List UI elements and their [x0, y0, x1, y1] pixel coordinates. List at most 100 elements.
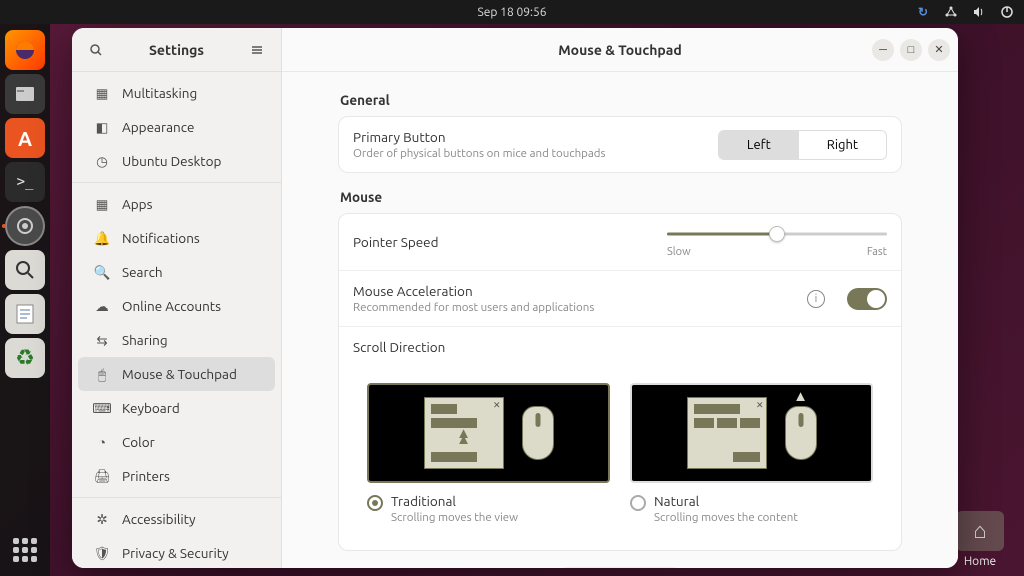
sidebar-menu-button[interactable] [243, 36, 271, 64]
dock-show-apps[interactable] [7, 532, 43, 568]
sidebar-list: ▦Multitasking ◧Appearance ◷Ubuntu Deskto… [72, 72, 281, 568]
sidebar-item-label: Appearance [122, 119, 194, 135]
sidebar-item-search[interactable]: 🔍 Search [78, 255, 275, 289]
page-title: Mouse & Touchpad [558, 42, 682, 58]
main-pane: Mouse & Touchpad ─ □ ✕ General Primary B… [282, 28, 958, 568]
cloud-icon: ☁ [94, 298, 110, 314]
sidebar-search-button[interactable] [82, 36, 110, 64]
dock-settings[interactable] [5, 206, 45, 246]
sidebar-item-apps[interactable]: ▦Apps [78, 187, 275, 221]
sidebar-item-privacy[interactable]: 🛡 Privacy & Security [78, 536, 275, 568]
settings-sidebar: Settings ▦Multitasking ◧Appearance ◷Ubun… [72, 28, 282, 568]
scroll-traditional-option[interactable]: ✕▲▲ Traditional Scrolling moves the view [367, 383, 610, 524]
power-icon [1000, 5, 1014, 19]
mouse-card: Pointer Speed Slow Fast Mouse A [338, 213, 902, 551]
dock-firefox[interactable] [5, 30, 45, 70]
multitasking-icon: ▦ [94, 85, 110, 101]
clock[interactable]: Sep 18 09:56 [478, 6, 547, 19]
scroll-direction-title: Scroll Direction [353, 339, 887, 355]
scroll-direction-row: Scroll Direction ✕▲▲ Traditional [339, 327, 901, 550]
sidebar-item-ubuntu-desktop[interactable]: ◷Ubuntu Desktop [78, 144, 275, 178]
accessibility-icon: ✲ [94, 511, 110, 527]
sidebar-item-multitasking[interactable]: ▦Multitasking [78, 76, 275, 110]
sidebar-item-label: Color [122, 434, 155, 450]
pointer-speed-row: Pointer Speed Slow Fast [339, 214, 901, 271]
mouse-icon: 🖱 [94, 366, 110, 382]
scroll-natural-option[interactable]: ✕ ▲ Natural Scrolling moves the content [630, 383, 873, 524]
sidebar-item-label: Printers [122, 468, 170, 484]
home-folder-icon: ⌂ [956, 511, 1004, 551]
scroll-natural-radio[interactable] [630, 495, 646, 511]
main-header: Mouse & Touchpad ─ □ ✕ [282, 28, 958, 72]
sidebar-item-mouse-touchpad[interactable]: 🖱 Mouse & Touchpad [78, 357, 275, 391]
sidebar-item-label: Online Accounts [122, 298, 221, 314]
primary-button-right[interactable]: Right [799, 131, 886, 159]
sidebar-item-appearance[interactable]: ◧Appearance [78, 110, 275, 144]
pointer-speed-slider[interactable] [667, 226, 887, 242]
scroll-traditional-tile: ✕▲▲ [367, 383, 610, 483]
sidebar-item-keyboard[interactable]: ⌨ Keyboard [78, 391, 275, 425]
primary-button-left[interactable]: Left [719, 131, 799, 159]
printer-icon: 🖨 [94, 468, 110, 484]
info-icon[interactable]: i [807, 290, 825, 308]
scroll-traditional-sub: Scrolling moves the view [391, 511, 518, 524]
desktop-home-folder[interactable]: ⌂ Home [956, 511, 1004, 568]
color-icon: ◔ [94, 434, 110, 450]
minimize-button[interactable]: ─ [872, 39, 894, 61]
system-top-bar: Sep 18 09:56 ↻ [0, 0, 1024, 24]
sidebar-item-label: Ubuntu Desktop [122, 153, 221, 169]
sidebar-item-notifications[interactable]: 🔔Notifications [78, 221, 275, 255]
maximize-button[interactable]: □ [900, 39, 922, 61]
sidebar-item-sharing[interactable]: ⇆ Sharing [78, 323, 275, 357]
sidebar-item-accessibility[interactable]: ✲Accessibility [78, 502, 275, 536]
sidebar-item-label: Sharing [122, 332, 168, 348]
sidebar-item-label: Mouse & Touchpad [122, 366, 237, 382]
test-settings-button[interactable]: Test Settings [559, 567, 681, 568]
volume-icon [972, 5, 986, 19]
dock-terminal[interactable]: >_ [5, 162, 45, 202]
slider-fast-label: Fast [867, 246, 887, 258]
dock-image-viewer[interactable] [5, 250, 45, 290]
status-area[interactable]: ↻ [916, 5, 1014, 19]
dock-files[interactable] [5, 74, 45, 114]
scroll-natural-tile: ✕ ▲ [630, 383, 873, 483]
mouse-acceleration-switch[interactable] [847, 288, 887, 310]
close-button[interactable]: ✕ [928, 39, 950, 61]
dock: A >_ ♻ [0, 24, 50, 576]
sidebar-separator [72, 497, 281, 498]
sidebar-item-label: Privacy & Security [122, 545, 229, 561]
sidebar-header: Settings [72, 28, 281, 72]
primary-button-subtitle: Order of physical buttons on mice and to… [353, 147, 704, 160]
general-card: Primary Button Order of physical buttons… [338, 116, 902, 173]
refresh-icon: ↻ [916, 5, 930, 19]
mouse-acceleration-subtitle: Recommended for most users and applicati… [353, 301, 793, 314]
privacy-icon: 🛡 [94, 545, 110, 561]
scroll-traditional-radio[interactable] [367, 495, 383, 511]
mouse-acceleration-title: Mouse Acceleration [353, 283, 793, 299]
sidebar-item-online-accounts[interactable]: ☁ Online Accounts [78, 289, 275, 323]
sidebar-item-label: Notifications [122, 230, 200, 246]
sidebar-item-label: Keyboard [122, 400, 180, 416]
section-mouse: Mouse [340, 189, 902, 205]
sidebar-item-color[interactable]: ◔ Color [78, 425, 275, 459]
share-icon: ⇆ [94, 332, 110, 348]
mouse-acceleration-row: Mouse Acceleration Recommended for most … [339, 271, 901, 327]
slider-slow-label: Slow [667, 246, 691, 258]
sidebar-title: Settings [110, 42, 243, 58]
scroll-natural-sub: Scrolling moves the content [654, 511, 798, 524]
search-icon: 🔍 [94, 264, 110, 280]
network-icon [944, 5, 958, 19]
dock-text-editor[interactable] [5, 294, 45, 334]
sidebar-item-printers[interactable]: 🖨 Printers [78, 459, 275, 493]
sidebar-separator [72, 182, 281, 183]
content-area: General Primary Button Order of physical… [282, 72, 958, 568]
primary-button-row: Primary Button Order of physical buttons… [339, 117, 901, 172]
dock-ubuntu-software[interactable]: A [5, 118, 45, 158]
home-folder-label: Home [956, 555, 1004, 568]
window-controls: ─ □ ✕ [872, 39, 950, 61]
primary-button-segmented: Left Right [718, 130, 887, 160]
sidebar-item-label: Apps [122, 196, 152, 212]
keyboard-icon: ⌨ [94, 400, 110, 416]
sidebar-item-label: Search [122, 264, 163, 280]
dock-trash[interactable]: ♻ [5, 338, 45, 378]
